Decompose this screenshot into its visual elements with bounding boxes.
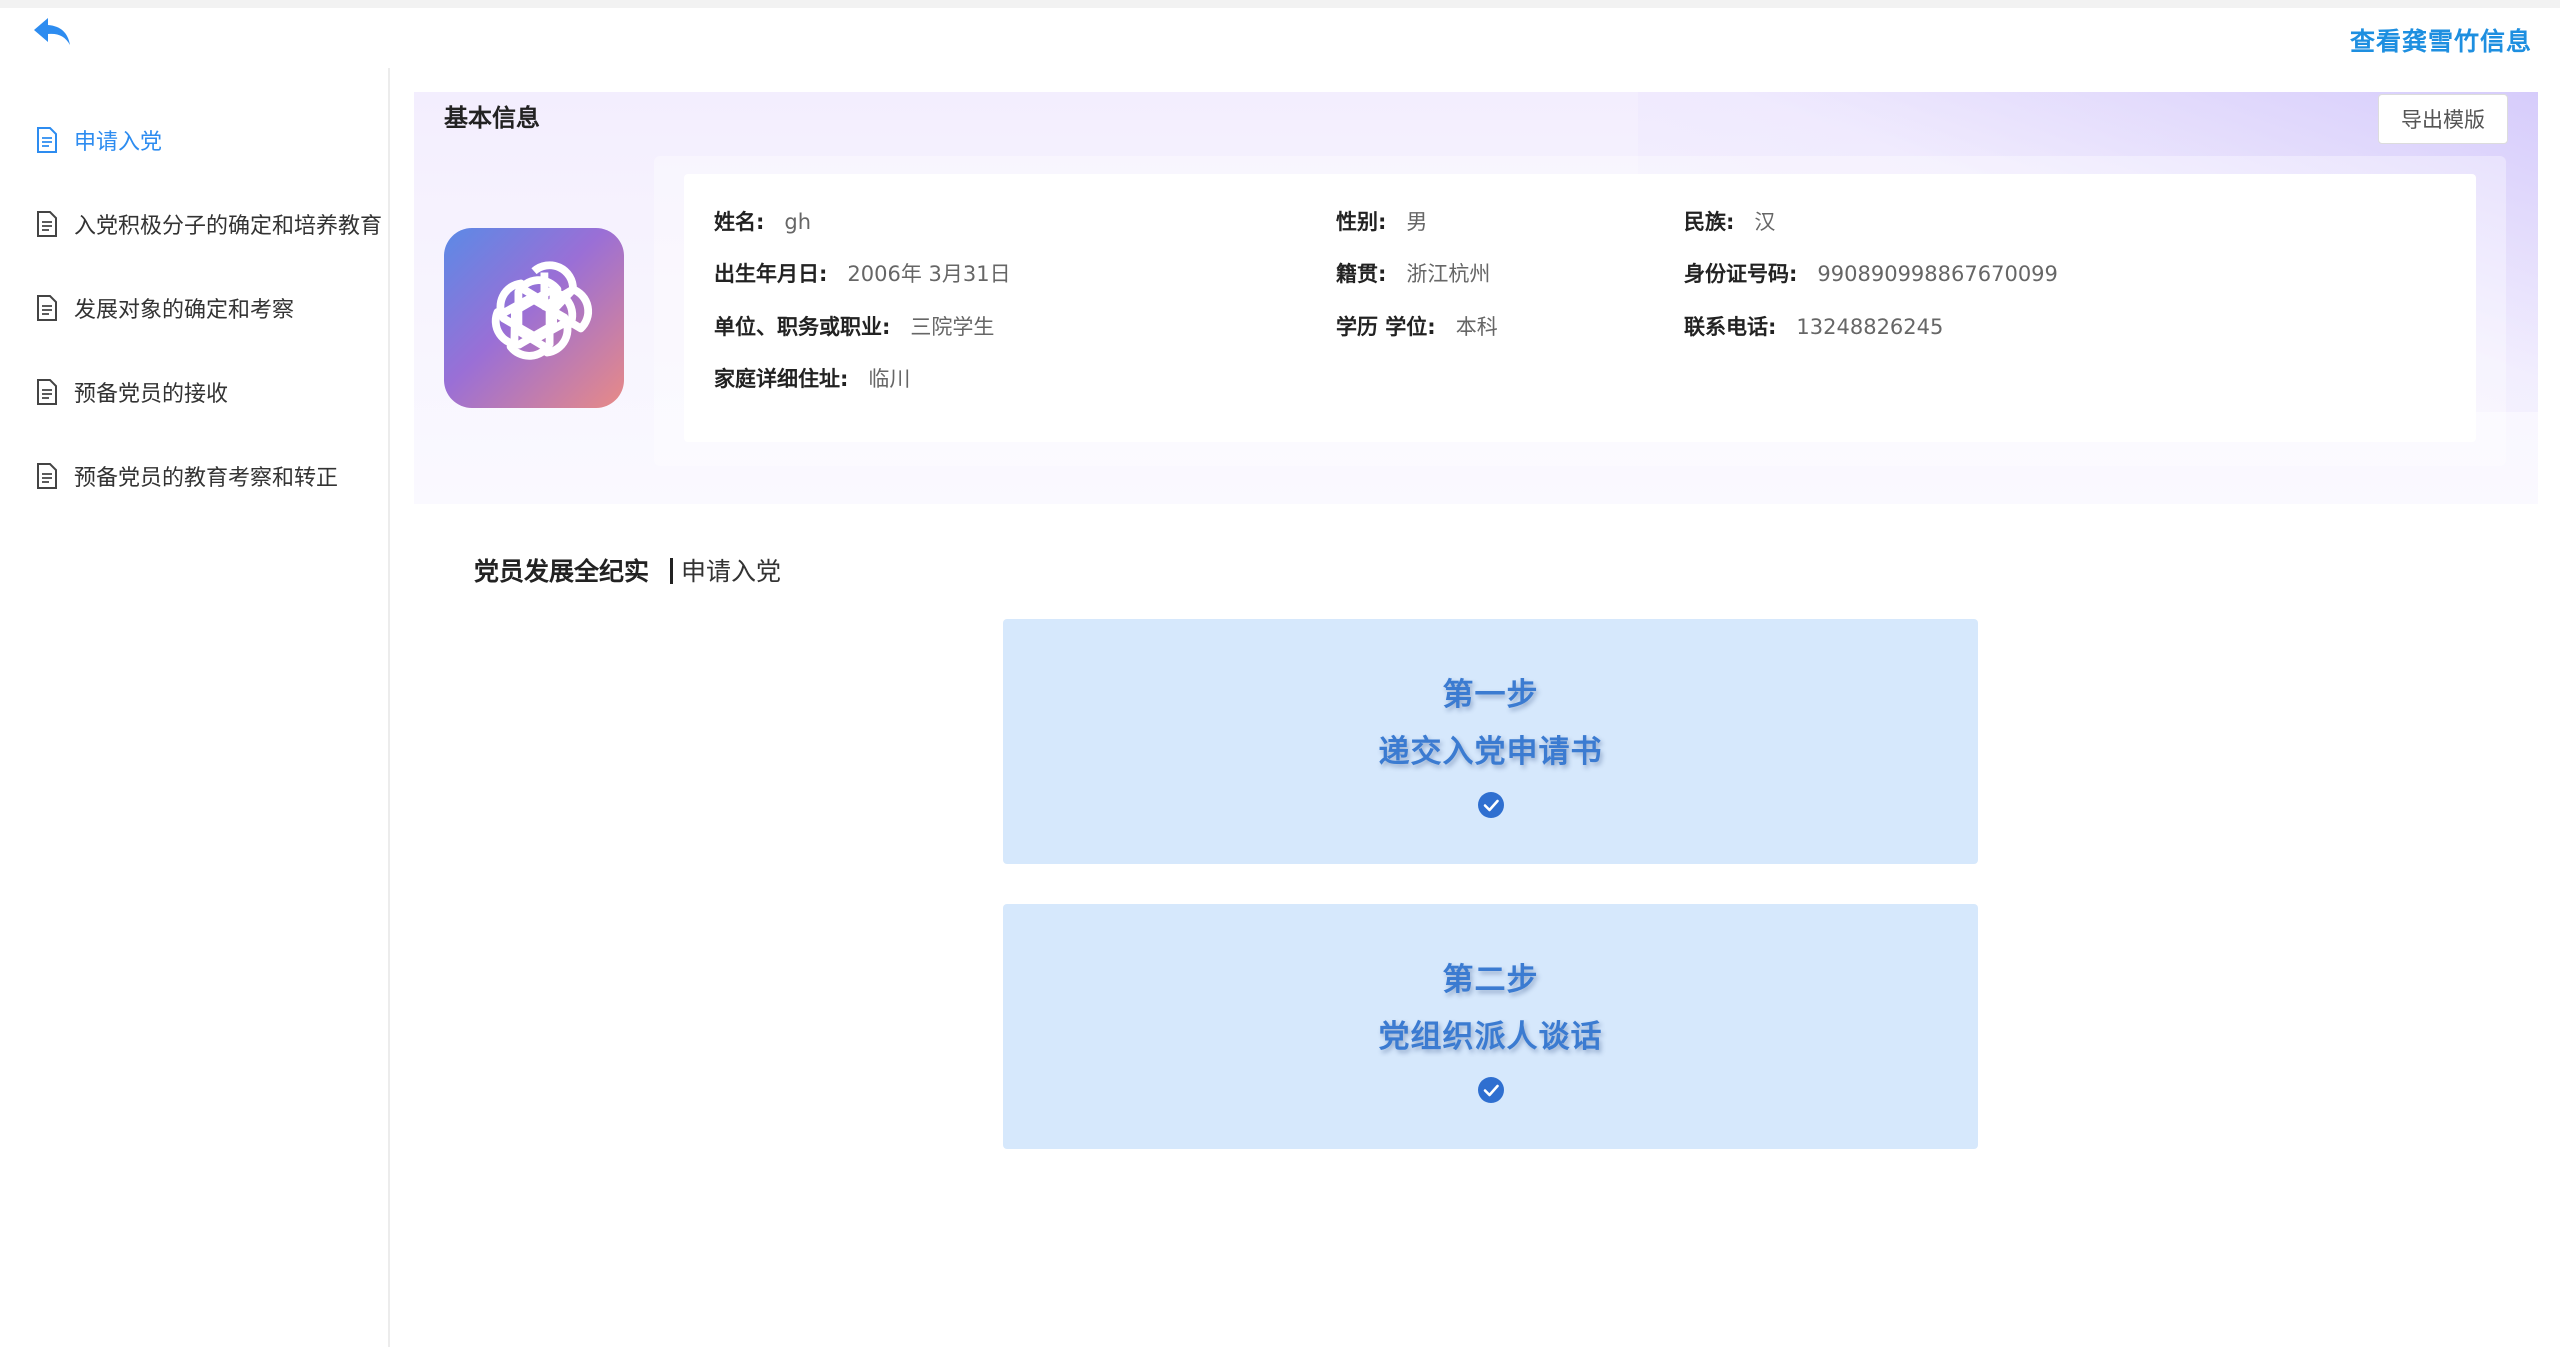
- check-circle-icon: [1477, 1077, 1504, 1103]
- field-value: 13248826245: [1796, 315, 1944, 339]
- check-circle-icon: [1477, 792, 1504, 818]
- sidebar-item-label: 预备党员的教育考察和转正: [74, 466, 339, 491]
- field-label: 单位、职务或职业:: [714, 315, 891, 339]
- sidebar-item-label: 申请入党: [74, 130, 163, 155]
- step-name: 递交入党申请书: [1378, 734, 1603, 770]
- document-icon: [37, 127, 57, 153]
- sidebar-item-label: 预备党员的接收: [74, 382, 229, 407]
- field-label: 联系电话:: [1684, 315, 1777, 339]
- step-number: 第一步: [1442, 677, 1539, 713]
- field-label: 家庭详细住址:: [714, 367, 849, 391]
- step-name: 党组织派人谈话: [1378, 1019, 1603, 1055]
- export-template-button[interactable]: 导出模版: [2378, 94, 2508, 144]
- field-label: 姓名:: [714, 210, 765, 234]
- separator-bar: [670, 558, 673, 584]
- field-label: 民族:: [1684, 210, 1735, 234]
- field-birthdate: 出生年月日: 2006年 3月31日: [714, 258, 1011, 288]
- sidebar-item-activist[interactable]: 入党积极分子的确定和培养教育: [36, 204, 382, 244]
- avatar: [444, 228, 624, 408]
- document-icon: [37, 463, 57, 489]
- panel-title: 基本信息: [444, 104, 540, 132]
- field-label: 学历 学位:: [1336, 315, 1436, 339]
- openai-logo-icon: [491, 261, 593, 360]
- sidebar-item-apply[interactable]: 申请入党: [36, 120, 162, 160]
- field-value: gh: [784, 210, 812, 234]
- field-value: 男: [1406, 210, 1428, 234]
- field-value: 三院学生: [910, 315, 995, 339]
- field-label: 出生年月日:: [714, 262, 828, 286]
- field-ethnicity: 民族: 汉: [1684, 206, 1775, 236]
- view-member-info-link[interactable]: 查看龚雪竹信息: [2350, 22, 2532, 58]
- field-value: 990890998867670099: [1817, 262, 2058, 286]
- record-subtitle: 申请入党: [670, 552, 781, 588]
- basic-info-panel: 基本信息 导出模版 姓名: gh 性别: 男 民族: 汉 出生年月日: 2006…: [414, 92, 2538, 504]
- field-address: 家庭详细住址: 临川: [714, 363, 910, 393]
- field-label: 身份证号码:: [1684, 262, 1798, 286]
- record-title: 党员发展全纪实: [474, 557, 650, 586]
- field-occupation: 单位、职务或职业: 三院学生: [714, 311, 994, 341]
- field-value: 临川: [868, 367, 911, 391]
- step-card[interactable]: 第一步 递交入党申请书: [1003, 619, 1978, 864]
- field-value: 本科: [1455, 315, 1498, 339]
- field-gender: 性别: 男: [1336, 206, 1427, 236]
- sidebar-item-label: 入党积极分子的确定和培养教育: [74, 214, 383, 239]
- record-subtitle-text: 申请入党: [681, 557, 782, 586]
- sidebar-item-label: 发展对象的确定和考察: [74, 298, 295, 323]
- document-icon: [37, 211, 57, 237]
- document-icon: [37, 379, 57, 405]
- field-phone: 联系电话: 13248826245: [1684, 311, 1943, 341]
- field-education: 学历 学位: 本科: [1336, 311, 1498, 341]
- field-native-place: 籍贯: 浙江杭州: [1336, 258, 1490, 288]
- sidebar-item-probationary-education[interactable]: 预备党员的教育考察和转正: [36, 456, 338, 496]
- sidebar: 申请入党 入党积极分子的确定和培养教育 发展对象的确定和考察 预备党员的接收 预…: [0, 68, 390, 1347]
- top-strip: [0, 0, 2560, 8]
- step-number: 第二步: [1442, 962, 1539, 998]
- field-value: 浙江杭州: [1406, 262, 1491, 286]
- info-card: 姓名: gh 性别: 男 民族: 汉 出生年月日: 2006年 3月31日 籍贯: 浙江杭…: [684, 174, 2476, 442]
- sidebar-item-probationary-admission[interactable]: 预备党员的接收: [36, 372, 228, 412]
- field-id-number: 身份证号码: 990890998867670099: [1684, 258, 2058, 288]
- back-arrow-icon[interactable]: [32, 14, 72, 50]
- field-label: 籍贯:: [1336, 262, 1387, 286]
- field-name: 姓名: gh: [714, 206, 811, 236]
- field-label: 性别:: [1336, 210, 1387, 234]
- document-icon: [37, 295, 57, 321]
- field-value: 汉: [1754, 210, 1776, 234]
- sidebar-item-development-target[interactable]: 发展对象的确定和考察: [36, 288, 294, 328]
- step-card[interactable]: 第二步 党组织派人谈话: [1003, 904, 1978, 1149]
- field-value: 2006年 3月31日: [847, 262, 1011, 286]
